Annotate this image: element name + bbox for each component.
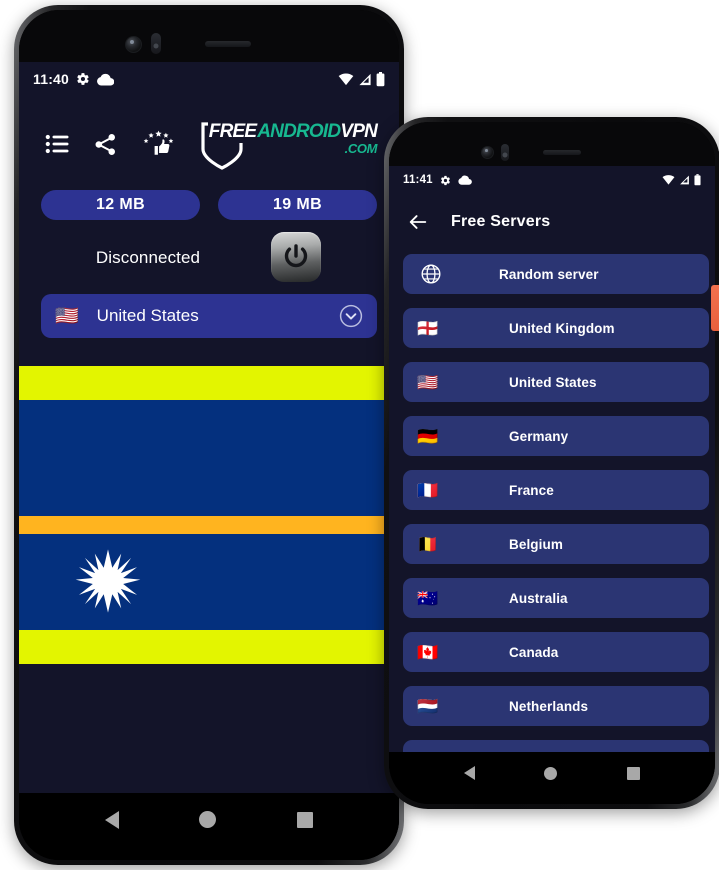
front-camera-icon — [125, 36, 142, 53]
banner-bottom-band — [19, 630, 399, 664]
chevron-down-icon[interactable] — [339, 304, 363, 328]
flag-icon: 🇫🇷 — [417, 480, 439, 500]
phone-screen-shell: 11:40 FREE ANDROID VPN .COM 12 MB 19 MB … — [19, 10, 399, 860]
power-toggle-button[interactable] — [271, 232, 321, 282]
list-item[interactable]: 🇩🇪 Germany — [403, 416, 709, 456]
list-item-label: Random server — [499, 266, 599, 282]
brand-logo: FREE ANDROID VPN .COM — [200, 117, 378, 171]
banner-top-band — [19, 366, 399, 400]
status-bar: 11:40 — [19, 62, 399, 96]
power-icon — [284, 244, 308, 268]
globe-icon — [421, 264, 441, 284]
nav-home-button[interactable] — [199, 811, 217, 828]
server-select-button[interactable]: 🇺🇸 United States — [41, 294, 377, 338]
earpiece-speaker-icon — [543, 150, 581, 155]
flag-icon: 🇧🇪 — [417, 534, 439, 554]
cloud-icon — [97, 73, 115, 86]
selected-server-flag-icon: 🇺🇸 — [55, 305, 79, 327]
nav-recents-button[interactable] — [296, 811, 313, 828]
proximity-sensor-icon — [151, 33, 161, 54]
share-icon[interactable] — [94, 133, 117, 156]
connection-row: Disconnected — [19, 220, 399, 282]
flag-icon: 🇩🇪 — [417, 426, 439, 446]
android-nav-bar — [19, 793, 399, 860]
brand-free: FREE — [207, 121, 258, 143]
status-time: 11:41 — [403, 174, 433, 186]
phone-screen-shell-2: 11:41 — [389, 122, 715, 804]
page-title: Free Servers — [451, 213, 551, 230]
nav-home-button[interactable] — [544, 766, 558, 780]
list-item-label: France — [509, 482, 554, 498]
traffic-stats-row: 12 MB 19 MB — [19, 174, 399, 220]
battery-icon — [376, 71, 385, 86]
wifi-icon — [338, 72, 354, 85]
servers-header: Free Servers — [389, 194, 715, 250]
flag-icon: 🇦🇺 — [417, 588, 439, 608]
list-item[interactable]: 🇦🇺 Australia — [403, 578, 709, 618]
banner-star-icon — [75, 549, 141, 613]
connection-status-text: Disconnected — [95, 248, 201, 267]
rate-thumbs-up-icon[interactable] — [141, 129, 176, 159]
home-header: FREE ANDROID VPN .COM — [19, 96, 399, 174]
list-item[interactable]: Random server — [403, 254, 709, 294]
flag-icon: 🏴󠁧󠁢󠁥󠁮󠁧󠁿 — [417, 318, 439, 338]
nav-back-button[interactable] — [463, 766, 475, 780]
signal-icon — [359, 73, 371, 85]
upload-stat-pill[interactable]: 19 MB — [218, 190, 377, 220]
list-item-label: Germany — [509, 428, 569, 444]
phone-device-servers: 11:41 — [384, 117, 719, 809]
earpiece-speaker-icon — [205, 41, 251, 47]
list-item-label: Belgium — [509, 536, 563, 552]
download-stat-pill[interactable]: 12 MB — [41, 190, 200, 220]
list-item-label: United States — [509, 374, 597, 390]
flag-icon: 🇺🇸 — [417, 372, 439, 392]
status-bar-2: 11:41 — [389, 166, 715, 194]
brand-vpn: VPN — [340, 121, 377, 142]
wifi-icon — [662, 175, 675, 185]
list-item-label: Netherlands — [509, 698, 589, 714]
phone-top-bezel — [19, 10, 399, 62]
menu-list-icon[interactable] — [45, 134, 70, 154]
list-item[interactable]: 🇺🇸 United States — [403, 362, 709, 402]
gear-icon — [77, 73, 89, 85]
banner-mid-stripe — [19, 516, 399, 534]
home-screen: 11:40 FREE ANDROID VPN .COM 12 MB 19 MB … — [19, 62, 399, 803]
flag-icon: 🇨🇦 — [417, 642, 439, 662]
list-item[interactable]: 🇧🇪 Belgium — [403, 524, 709, 564]
server-list: Random server 🏴󠁧󠁢󠁥󠁮󠁧󠁿 United Kingdom 🇺🇸 … — [389, 250, 715, 762]
selected-server-label: United States — [96, 306, 199, 325]
brand-android: ANDROID — [257, 121, 341, 142]
nav-back-button[interactable] — [105, 810, 120, 829]
status-time: 11:40 — [33, 71, 70, 87]
screenshot-stage: 11:40 FREE ANDROID VPN .COM 12 MB 19 MB … — [0, 0, 719, 870]
side-edge-sliver — [711, 285, 719, 331]
proximity-sensor-icon — [501, 144, 509, 161]
list-item-label: Canada — [509, 644, 559, 660]
brand-com: .COM — [344, 141, 378, 156]
back-arrow-icon[interactable] — [407, 211, 429, 233]
signal-icon — [680, 175, 689, 185]
gear-icon — [440, 175, 450, 185]
phone-top-bezel-2 — [389, 122, 715, 166]
list-item[interactable]: 🇨🇦 Canada — [403, 632, 709, 672]
list-item-label: Australia — [509, 590, 568, 606]
servers-screen: 11:41 — [389, 166, 715, 762]
list-item-label: United Kingdom — [509, 320, 615, 336]
android-nav-bar-2 — [389, 752, 715, 804]
advertisement-banner[interactable] — [19, 366, 399, 664]
front-camera-icon — [481, 146, 494, 159]
battery-icon — [694, 174, 701, 186]
nav-recents-button[interactable] — [627, 766, 641, 780]
list-item[interactable]: 🇫🇷 France — [403, 470, 709, 510]
list-item[interactable]: 🇳🇱 Netherlands — [403, 686, 709, 726]
phone-device-home: 11:40 FREE ANDROID VPN .COM 12 MB 19 MB … — [14, 5, 404, 865]
flag-icon: 🇳🇱 — [417, 696, 439, 716]
list-item[interactable]: 🏴󠁧󠁢󠁥󠁮󠁧󠁿 United Kingdom — [403, 308, 709, 348]
cloud-icon — [458, 175, 472, 185]
